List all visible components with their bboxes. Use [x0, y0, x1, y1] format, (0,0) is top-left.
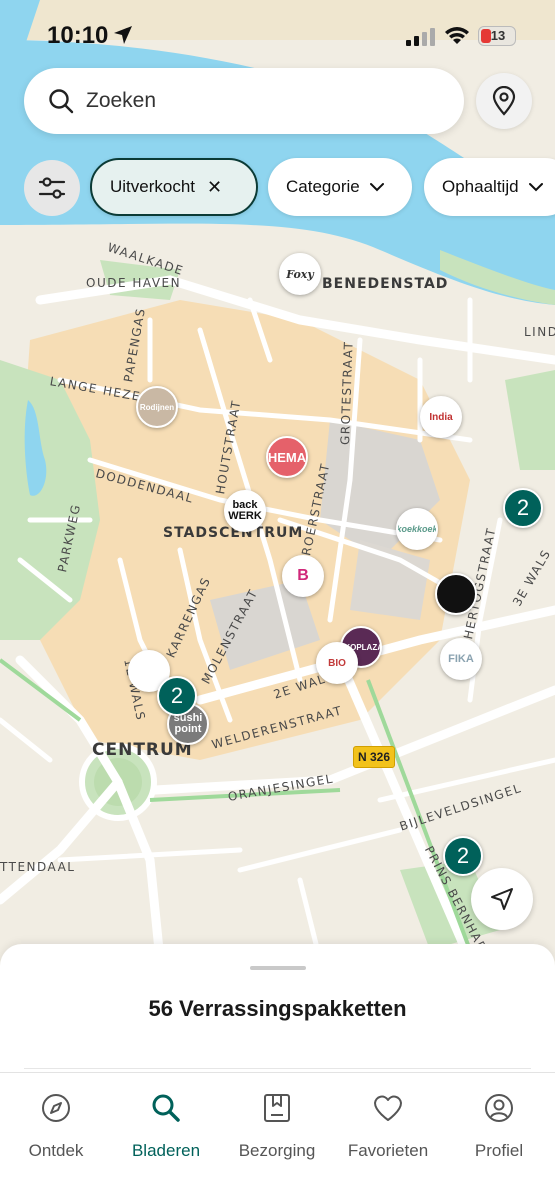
tab-bezorging[interactable]: Bezorging	[222, 1091, 332, 1161]
navigation-arrow-icon	[491, 888, 513, 910]
district-label: BENEDENSTAD	[322, 276, 449, 292]
map-base	[0, 0, 555, 960]
tab-ontdek[interactable]: Ontdek	[1, 1091, 111, 1161]
search-placeholder: Zoeken	[86, 89, 157, 112]
store-pin-india[interactable]: India	[420, 396, 462, 438]
bookmark-box-icon	[264, 1094, 290, 1122]
recenter-button[interactable]	[471, 868, 533, 930]
search-icon	[49, 89, 74, 114]
compass-icon	[42, 1094, 70, 1122]
tab-label: Bezorging	[238, 1141, 316, 1160]
street-label: LINDE	[524, 325, 555, 339]
battery-indicator: 13	[478, 26, 516, 46]
store-pin-rodijnen[interactable]: Rodijnen	[136, 386, 178, 428]
road-shield: N 326	[353, 746, 395, 768]
tab-bar: Ontdek Bladeren Bezorging Favorieten Pro…	[0, 1072, 555, 1200]
street-label: TTENDAAL	[0, 860, 76, 874]
chip-categorie[interactable]: Categorie	[268, 158, 412, 216]
store-pin-fika[interactable]: FIKA	[440, 638, 482, 680]
status-time: 10:10	[47, 22, 109, 49]
results-sheet[interactable]: 56 Verrassingspakketten	[0, 944, 555, 1084]
chip-ophaaltijd[interactable]: Ophaaltijd	[424, 158, 555, 216]
location-button[interactable]	[476, 73, 532, 129]
search-input[interactable]: Zoeken	[24, 68, 464, 134]
sliders-icon	[38, 177, 66, 199]
street-label: OUDE HAVEN	[86, 276, 182, 290]
location-arrow-icon	[114, 26, 132, 44]
divider	[24, 1068, 531, 1069]
tab-profiel[interactable]: Profiel	[444, 1091, 554, 1161]
map-cluster[interactable]: 2	[157, 676, 197, 716]
filter-settings-button[interactable]	[24, 160, 80, 216]
map-cluster[interactable]: 2	[443, 836, 483, 876]
store-pin-foxy[interactable]: Foxy	[279, 253, 321, 295]
tab-label: Bladeren	[131, 1141, 201, 1160]
search-icon	[152, 1094, 180, 1122]
store-pin-sushi-grill[interactable]	[435, 573, 477, 615]
results-count: 56 Verrassingspakketten	[148, 996, 407, 1021]
store-pin-koekkoek[interactable]: koekkoek	[396, 508, 438, 550]
chevron-down-icon	[528, 183, 543, 192]
wifi-icon	[445, 27, 469, 44]
chip-label: Categorie	[286, 177, 360, 196]
close-icon[interactable]: ✕	[207, 177, 222, 198]
sheet-handle[interactable]	[250, 966, 306, 970]
tab-label: Profiel	[474, 1141, 524, 1160]
chip-uitverkocht[interactable]: Uitverkocht ✕	[90, 158, 258, 216]
store-pin-bio[interactable]: BIO	[316, 642, 358, 684]
status-bar: 10:10 13	[0, 0, 555, 64]
tab-favorieten[interactable]: Favorieten	[333, 1091, 443, 1161]
heart-icon	[374, 1095, 402, 1121]
map-view[interactable]: WAALKADE OUDE HAVEN PAPENGAS LANGE HEZEL…	[0, 0, 555, 960]
tab-label: Favorieten	[347, 1141, 429, 1160]
chip-label: Uitverkocht	[110, 177, 196, 196]
chevron-down-icon	[369, 183, 384, 192]
store-pin-b[interactable]: B	[282, 555, 324, 597]
profile-icon	[485, 1094, 513, 1122]
tab-label: Ontdek	[28, 1141, 84, 1160]
map-cluster[interactable]: 2	[503, 488, 543, 528]
tab-bladeren[interactable]: Bladeren	[111, 1091, 221, 1161]
battery-level: 13	[490, 28, 506, 43]
store-pin-backwerk[interactable]: back WERK	[224, 490, 266, 532]
chip-label: Ophaaltijd	[442, 177, 519, 196]
district-label: CENTRUM	[92, 740, 193, 760]
map-pin-icon	[492, 86, 516, 116]
store-pin-hema[interactable]: HEMA	[266, 436, 308, 478]
cell-signal-icon	[406, 28, 435, 46]
